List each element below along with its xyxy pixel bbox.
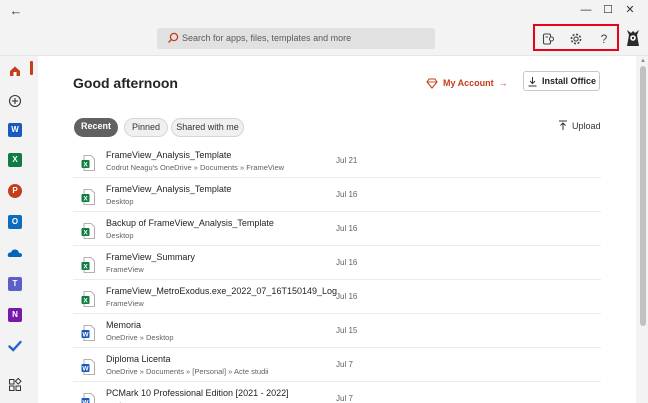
close-button[interactable]: ✕: [620, 2, 640, 18]
coauthoring-icon[interactable]: [540, 31, 556, 47]
file-row[interactable]: X FrameView_Analysis_Template Codrut Neagu…: [73, 144, 601, 178]
apps-icon[interactable]: [6, 376, 24, 394]
install-office-button[interactable]: Install Office: [523, 71, 600, 91]
minimize-button[interactable]: —: [576, 2, 596, 18]
rail-active-indicator: [30, 61, 33, 75]
svg-text:W: W: [82, 400, 89, 403]
my-account-link[interactable]: My Account →: [426, 75, 508, 91]
file-row[interactable]: X Backup of FrameView_Analysis_Template De…: [73, 212, 601, 246]
file-row[interactable]: W Diploma Licenta OneDrive » Documents » […: [73, 348, 601, 382]
file-date: Jul 16: [336, 190, 358, 199]
svg-text:X: X: [83, 298, 88, 305]
svg-text:W: W: [82, 332, 89, 339]
file-location: Desktop: [106, 197, 134, 206]
file-row[interactable]: W Memoria OneDrive » Desktop Jul 15: [73, 314, 601, 348]
excel-file-icon: X: [81, 223, 95, 239]
file-date: Jul 16: [336, 224, 358, 233]
title-bar: ← — ☐ ✕: [0, 0, 648, 22]
file-location: FrameView: [106, 299, 144, 308]
diamond-icon: [426, 77, 438, 89]
todo-icon[interactable]: [6, 337, 24, 355]
svg-text:W: W: [82, 366, 89, 373]
search-placeholder: Search for apps, files, templates and mo…: [182, 33, 352, 43]
search-input[interactable]: Search for apps, files, templates and mo…: [157, 28, 435, 49]
powerpoint-letter: P: [8, 184, 22, 198]
outlook-letter: O: [8, 215, 22, 229]
word-file-icon: W: [81, 325, 95, 341]
avatar[interactable]: [624, 28, 642, 48]
file-date: Jul 16: [336, 258, 358, 267]
create-icon[interactable]: [6, 92, 24, 110]
teams-icon[interactable]: T: [6, 275, 24, 293]
word-file-icon: W: [81, 393, 95, 403]
svg-text:X: X: [83, 162, 88, 169]
app-rail: W X P O T N: [0, 56, 30, 403]
file-row[interactable]: X FrameView_Summary FrameView Jul 16: [73, 246, 601, 280]
word-icon[interactable]: W: [6, 121, 24, 139]
svg-text:X: X: [83, 230, 88, 237]
maximize-button[interactable]: ☐: [598, 2, 618, 18]
file-name: Backup of FrameView_Analysis_Template: [106, 218, 274, 228]
file-name: FrameView_MetroExodus.exe_2022_07_16T150…: [106, 286, 337, 296]
tab-pinned[interactable]: Pinned: [124, 118, 168, 137]
my-account-label: My Account: [443, 78, 494, 88]
download-icon: [528, 76, 537, 86]
word-letter: W: [8, 123, 22, 137]
svg-text:X: X: [83, 264, 88, 271]
onedrive-icon[interactable]: [6, 244, 24, 262]
file-row[interactable]: X FrameView_Analysis_Template Desktop Jul 1…: [73, 178, 601, 212]
file-date: Jul 7: [336, 360, 353, 369]
file-row[interactable]: W PCMark 10 Professional Edition [2021 - …: [73, 382, 601, 403]
scroll-up-icon[interactable]: ▲: [640, 58, 646, 64]
file-location: OneDrive » Desktop: [106, 333, 174, 342]
excel-file-icon: X: [81, 291, 95, 307]
file-location: FrameView: [106, 265, 144, 274]
file-location: Desktop: [106, 231, 134, 240]
arrow-right-icon: →: [498, 78, 508, 88]
file-date: Jul 7: [336, 394, 353, 403]
file-name: FrameView_Summary: [106, 252, 195, 262]
teams-letter: T: [8, 277, 22, 291]
excel-file-icon: X: [81, 155, 95, 171]
file-date: Jul 21: [336, 156, 358, 165]
upload-button[interactable]: Upload: [558, 120, 601, 131]
excel-icon[interactable]: X: [6, 151, 24, 169]
excel-file-icon: X: [81, 189, 95, 205]
word-file-icon: W: [81, 359, 95, 375]
file-name: PCMark 10 Professional Edition [2021 - 2…: [106, 388, 289, 398]
excel-file-icon: X: [81, 257, 95, 273]
file-location: Codrut Neagu's OneDrive » Documents » Fr…: [106, 163, 285, 172]
search-icon: [168, 32, 179, 43]
file-name: FrameView_Analysis_Template: [106, 184, 232, 194]
onenote-icon[interactable]: N: [6, 306, 24, 324]
excel-letter: X: [8, 153, 22, 167]
gear-icon[interactable]: [568, 31, 584, 47]
back-button[interactable]: ←: [8, 3, 24, 19]
scroll-thumb[interactable]: [640, 66, 646, 326]
powerpoint-icon[interactable]: P: [6, 182, 24, 200]
file-name: Diploma Licenta: [106, 354, 171, 364]
file-name: Memoria: [106, 320, 142, 330]
page-title: Good afternoon: [73, 75, 178, 91]
svg-text:X: X: [83, 196, 88, 203]
tab-shared-with-me[interactable]: Shared with me: [171, 118, 244, 137]
file-row[interactable]: X FrameView_MetroExodus.exe_2022_07_16T15…: [73, 280, 601, 314]
upload-icon: [559, 120, 567, 130]
outlook-icon[interactable]: O: [6, 213, 24, 231]
onenote-letter: N: [8, 308, 22, 322]
file-date: Jul 15: [336, 326, 358, 335]
file-date: Jul 16: [336, 292, 358, 301]
file-location: OneDrive » Documents » [Personal] » Acte…: [106, 367, 269, 376]
tab-recent[interactable]: Recent: [74, 118, 118, 137]
main-content: Good afternoon My Account → Install Offi…: [38, 56, 636, 403]
file-name: FrameView_Analysis_Template: [106, 150, 232, 160]
upload-label: Upload: [572, 120, 601, 131]
scrollbar[interactable]: ▲: [638, 56, 648, 403]
install-office-label: Install Office: [541, 76, 596, 86]
home-icon[interactable]: [6, 62, 24, 80]
help-icon[interactable]: ?: [596, 31, 612, 47]
